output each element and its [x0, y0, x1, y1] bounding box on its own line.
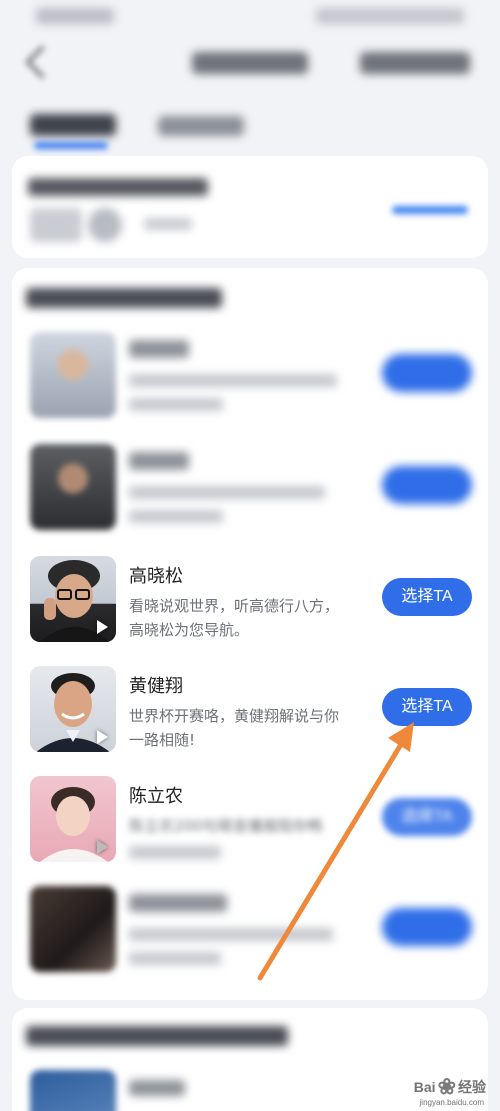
voice-name — [129, 1080, 185, 1096]
back-arrow-icon[interactable] — [25, 45, 59, 79]
voice-desc-line — [129, 486, 325, 499]
status-indicators — [316, 8, 464, 24]
avatar[interactable] — [30, 444, 116, 530]
voice-name — [129, 340, 189, 358]
list-item[interactable]: 黄健翔 世界杯开赛咯，黄健翔解说与你一路相随! 选择TA — [12, 666, 488, 766]
voice-desc-line — [129, 374, 337, 387]
current-voice-avatar — [30, 208, 82, 242]
select-voice-button[interactable] — [382, 908, 472, 946]
current-voice-title — [28, 178, 208, 196]
play-icon[interactable] — [97, 840, 108, 854]
current-voice-progress-bar — [392, 206, 468, 214]
voice-desc: 陈立农200句萌音播报陪你畅 — [129, 817, 323, 835]
page-title — [192, 52, 308, 74]
voice-list-card: 高晓松 看晓说观世界，听高德行八方，高晓松为您导航。 选择TA 黄健翔 世界杯开… — [12, 268, 488, 1000]
nav-bar — [0, 36, 500, 96]
voice-desc-line — [129, 928, 333, 941]
avatar[interactable] — [30, 332, 116, 418]
tab-active-indicator — [34, 142, 108, 149]
voice-name: 陈立农 — [129, 786, 183, 807]
avatar[interactable] — [30, 1070, 116, 1111]
section-title — [26, 288, 222, 308]
watermark: Bai ❀ 经验 jingyan.baidu.com — [413, 1069, 486, 1107]
play-icon[interactable] — [97, 730, 108, 744]
list-item[interactable]: 陈立农 陈立农200句萌音播报陪你畅 选择TA — [12, 776, 488, 876]
select-voice-button[interactable] — [382, 354, 472, 392]
list-item[interactable] — [12, 332, 488, 432]
voice-name — [129, 452, 189, 470]
avatar[interactable] — [30, 886, 116, 972]
status-bar — [0, 0, 500, 36]
select-voice-button[interactable]: 选择TA — [382, 578, 472, 616]
tab-bar — [0, 106, 500, 156]
voice-desc-line — [129, 398, 223, 411]
avatar[interactable] — [30, 776, 116, 862]
voice-desc: 看晓说观世界，听高德行八方，高晓松为您导航。 — [129, 597, 340, 639]
voice-name — [129, 894, 227, 912]
voice-desc: 世界杯开赛咯，黄健翔解说与你一路相随! — [129, 707, 340, 749]
select-voice-button[interactable]: 选择TA — [382, 688, 472, 726]
current-voice-card — [12, 156, 488, 258]
list-item[interactable]: 高晓松 看晓说观世界，听高德行八方，高晓松为您导航。 选择TA — [12, 556, 488, 656]
tab-recommended[interactable] — [30, 114, 116, 136]
select-voice-button[interactable] — [382, 466, 472, 504]
paw-icon: ❀ — [437, 1074, 456, 1099]
avatar[interactable] — [30, 666, 116, 752]
avatar[interactable] — [30, 556, 116, 642]
watermark-url: jingyan.baidu.com — [419, 1098, 484, 1107]
voice-desc-line — [129, 510, 223, 523]
play-icon[interactable] — [97, 620, 108, 634]
status-time — [36, 8, 114, 24]
voice-desc-line — [129, 846, 221, 859]
list-item[interactable] — [12, 444, 488, 544]
bottom-section-title — [26, 1026, 288, 1046]
tab-other[interactable] — [158, 116, 244, 136]
list-item[interactable] — [12, 886, 488, 986]
watermark-brand: Bai — [413, 1079, 436, 1095]
select-voice-button[interactable]: 选择TA — [382, 798, 472, 836]
voice-name: 高晓松 — [129, 566, 183, 587]
current-voice-subtitle — [144, 218, 192, 230]
voice-desc-line — [129, 952, 221, 965]
voice-name: 黄健翔 — [129, 676, 183, 697]
watermark-brand-2: 经验 — [458, 1079, 486, 1095]
current-voice-avatar-2 — [88, 208, 122, 242]
nav-action-button[interactable] — [360, 52, 470, 74]
